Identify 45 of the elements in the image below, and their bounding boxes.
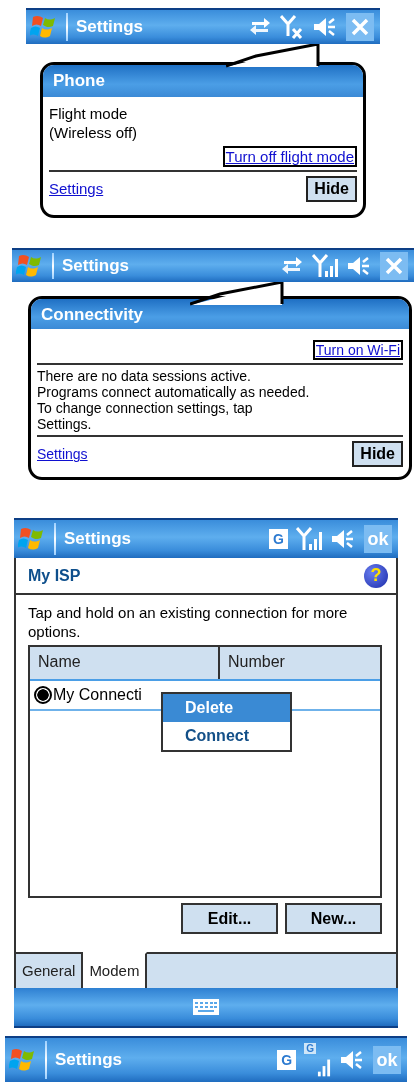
hide-button[interactable]: Hide <box>306 175 357 202</box>
settings-link[interactable]: Settings <box>37 446 88 463</box>
start-logo-icon[interactable] <box>18 526 46 552</box>
balloon-title: Phone <box>43 65 363 97</box>
signal-icon[interactable] <box>296 526 322 552</box>
network-badge[interactable]: G <box>277 1050 297 1070</box>
close-button[interactable] <box>380 252 408 280</box>
connection-name[interactable]: My Connecti <box>53 686 142 704</box>
start-logo-icon[interactable] <box>16 253 44 279</box>
help-icon[interactable]: ? <box>364 563 388 588</box>
speaker-icon[interactable] <box>312 15 338 39</box>
sync-icon[interactable] <box>280 255 304 277</box>
hide-button[interactable]: Hide <box>352 441 403 468</box>
window-title: Settings <box>55 1050 124 1070</box>
menu-item[interactable]: Connect <box>163 722 290 750</box>
speaker-icon[interactable] <box>330 527 356 551</box>
action-link[interactable]: Turn on Wi-Fi <box>312 340 403 360</box>
window-title: Settings <box>76 17 145 37</box>
settings-link[interactable]: Settings <box>49 180 104 197</box>
balloon-title: Connectivity <box>31 299 409 329</box>
signal-icon[interactable] <box>317 1057 331 1077</box>
speaker-icon[interactable] <box>339 1048 365 1072</box>
network-badge[interactable]: G <box>269 529 288 549</box>
message-text: There are no data sessions active. Programs connect automatically as needed. To change connection settings, tap Settings. <box>37 368 311 433</box>
sync-icon[interactable] <box>248 16 272 38</box>
new-button[interactable]: New... <box>285 903 382 934</box>
action-link[interactable]: Turn off flight mode <box>222 145 357 167</box>
menu-item[interactable]: Delete <box>163 694 290 722</box>
tab[interactable]: Modem <box>83 952 148 988</box>
instruction-text: Tap and hold on an existing connection for more options. <box>27 603 349 642</box>
start-logo-icon[interactable] <box>30 14 58 40</box>
close-button[interactable] <box>346 13 374 41</box>
window-title: Settings <box>62 256 131 276</box>
signal-off-icon[interactable] <box>280 14 304 40</box>
radio-button[interactable] <box>34 686 52 704</box>
keyboard-icon[interactable] <box>193 999 219 1015</box>
column-header[interactable]: Name <box>30 647 220 679</box>
page-heading: My ISP <box>28 566 81 585</box>
start-logo-icon[interactable] <box>9 1047 37 1073</box>
column-header[interactable]: Number <box>220 647 293 679</box>
message-text: Flight mode (Wireless off) <box>49 105 139 143</box>
signal-icon[interactable] <box>312 253 338 279</box>
edit-button[interactable]: Edit... <box>181 903 278 934</box>
speaker-icon[interactable] <box>346 254 372 278</box>
window-title: Settings <box>64 529 133 549</box>
